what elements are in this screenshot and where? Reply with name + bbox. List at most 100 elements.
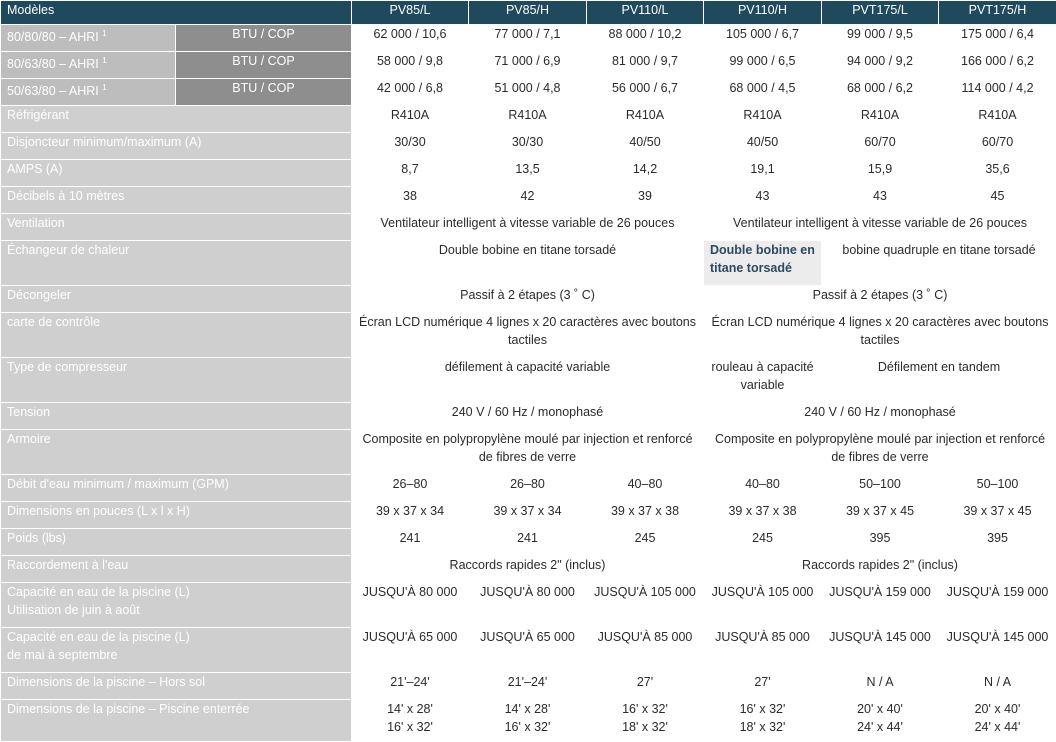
value-cell: Passif à 2 étapes (3 ˚ C) [704, 286, 1056, 313]
value-cell: Défilement en tandem [822, 358, 1056, 403]
value-cell: JUSQU'À 145 000 [939, 628, 1056, 673]
value-cell: Passif à 2 étapes (3 ˚ C) [352, 286, 704, 313]
value-cell: 39 [587, 187, 704, 214]
control-row: carte de contrôle Écran LCD numérique 4 … [1, 313, 1056, 358]
value-cell: 14' x 28'16' x 32' [352, 700, 469, 742]
value-cell: R410A [352, 106, 469, 133]
value-cell: JUSQU'À 159 000 [939, 583, 1056, 628]
value-cell: 58 000 / 9,8 [352, 52, 469, 79]
value-cell: 20' x 40'24' x 44' [939, 700, 1056, 742]
row-label: Débit d'eau minimum / maximum (GPM) [1, 475, 352, 502]
value-cell: 50–100 [822, 475, 939, 502]
value-cell: JUSQU'À 80 000 [469, 583, 587, 628]
value-cell: 19,1 [704, 160, 822, 187]
value-cell: 94 000 / 9,2 [822, 52, 939, 79]
row-label: Poids (lbs) [1, 529, 352, 556]
value-cell: 38 [352, 187, 469, 214]
value-cell: 240 V / 60 Hz / monophasé [352, 403, 704, 430]
value-cell: 21'–24' [469, 673, 587, 700]
value-cell: JUSQU'À 65 000 [469, 628, 587, 673]
breaker-row: Disjoncteur minimum/maximum (A) 30/30 30… [1, 133, 1056, 160]
model-header: PV110/L [587, 1, 704, 25]
value-cell: 39 x 37 x 38 [704, 502, 822, 529]
value-cell: 20' x 40'24' x 44' [822, 700, 939, 742]
model-header: PV85/H [469, 1, 587, 25]
value-cell: 60/70 [939, 133, 1056, 160]
header-row: Modèles PV85/L PV85/H PV110/L PV110/H PV… [1, 1, 1056, 25]
value-cell: 42 [469, 187, 587, 214]
value-cell: 30/30 [469, 133, 587, 160]
value-cell: 240 V / 60 Hz / monophasé [704, 403, 1056, 430]
model-header: PVT175/H [939, 1, 1056, 25]
row-label: Type de compresseur [1, 358, 352, 403]
value-cell: 45 [939, 187, 1056, 214]
highlight-cell: Double bobine en titane torsadé [704, 241, 822, 286]
row-label: Dimensions de la piscine – Hors sol [1, 673, 352, 700]
value-cell: JUSQU'À 105 000 [587, 583, 704, 628]
value-cell: 43 [704, 187, 822, 214]
value-cell: Raccords rapides 2" (inclus) [352, 556, 704, 583]
unit-label: BTU / COP [176, 79, 352, 106]
value-cell: 40–80 [587, 475, 704, 502]
connection-row: Raccordement à l'eau Raccords rapides 2"… [1, 556, 1056, 583]
value-cell: 71 000 / 6,9 [469, 52, 587, 79]
value-cell: JUSQU'À 85 000 [704, 628, 822, 673]
value-cell: 166 000 / 6,2 [939, 52, 1056, 79]
pool-above-row: Dimensions de la piscine – Hors sol 21'–… [1, 673, 1056, 700]
value-cell: R410A [822, 106, 939, 133]
value-cell: 14' x 28'16' x 32' [469, 700, 587, 742]
value-cell: 88 000 / 10,2 [587, 25, 704, 52]
model-header: PV110/H [704, 1, 822, 25]
value-cell: JUSQU'À 80 000 [352, 583, 469, 628]
value-cell: 39 x 37 x 34 [352, 502, 469, 529]
value-cell: 105 000 / 6,7 [704, 25, 822, 52]
value-cell: Composite en polypropylène moulé par inj… [352, 430, 704, 475]
row-label: Tension [1, 403, 352, 430]
btu-row: 80/63/80 – AHRI 1 BTU / COP 58 000 / 9,8… [1, 52, 1056, 79]
value-cell: R410A [939, 106, 1056, 133]
row-label: Dimensions de la piscine – Piscine enter… [1, 700, 352, 742]
row-label: Armoire [1, 430, 352, 475]
value-cell: 13,5 [469, 160, 587, 187]
decibels-row: Décibels à 10 mètres 38 42 39 43 43 45 [1, 187, 1056, 214]
value-cell: 39 x 37 x 45 [822, 502, 939, 529]
value-cell: 39 x 37 x 34 [469, 502, 587, 529]
weight-row: Poids (lbs) 241 241 245 245 395 395 [1, 529, 1056, 556]
value-cell: JUSQU'À 159 000 [822, 583, 939, 628]
value-cell: 245 [704, 529, 822, 556]
exchanger-row: Échangeur de chaleur Double bobine en ti… [1, 241, 1056, 286]
voltage-row: Tension 240 V / 60 Hz / monophasé 240 V … [1, 403, 1056, 430]
compressor-row: Type de compresseur défilement à capacit… [1, 358, 1056, 403]
value-cell: rouleau à capacité variable [704, 358, 822, 403]
capacity-june-row: Capacité en eau de la piscine (L)Utilisa… [1, 583, 1056, 628]
value-cell: 40/50 [587, 133, 704, 160]
value-cell: 245 [587, 529, 704, 556]
btu-row: 50/63/80 – AHRI 1 BTU / COP 42 000 / 6,8… [1, 79, 1056, 106]
value-cell: R410A [587, 106, 704, 133]
dimensions-row: Dimensions en pouces (L x l x H) 39 x 37… [1, 502, 1056, 529]
value-cell: 39 x 37 x 45 [939, 502, 1056, 529]
value-cell: N / A [939, 673, 1056, 700]
value-cell: 99 000 / 6,5 [704, 52, 822, 79]
value-cell: 241 [469, 529, 587, 556]
value-cell: 50–100 [939, 475, 1056, 502]
flow-row: Débit d'eau minimum / maximum (GPM) 26–8… [1, 475, 1056, 502]
row-label: Échangeur de chaleur [1, 241, 352, 286]
value-cell: JUSQU'À 145 000 [822, 628, 939, 673]
row-label: Disjoncteur minimum/maximum (A) [1, 133, 352, 160]
value-cell: 99 000 / 9,5 [822, 25, 939, 52]
ventilation-row: Ventilation Ventilateur intelligent à vi… [1, 214, 1056, 241]
value-cell: 395 [822, 529, 939, 556]
amps-row: AMPS (A) 8,7 13,5 14,2 19,1 15,9 35,6 [1, 160, 1056, 187]
value-cell: JUSQU'À 65 000 [352, 628, 469, 673]
row-label: Raccordement à l'eau [1, 556, 352, 583]
value-cell: 30/30 [352, 133, 469, 160]
value-cell: Raccords rapides 2" (inclus) [704, 556, 1056, 583]
value-cell: 56 000 / 6,7 [587, 79, 704, 106]
value-cell: N / A [822, 673, 939, 700]
value-cell: 60/70 [822, 133, 939, 160]
row-label: Décibels à 10 mètres [1, 187, 352, 214]
cabinet-row: Armoire Composite en polypropylène moulé… [1, 430, 1056, 475]
value-cell: 43 [822, 187, 939, 214]
value-cell: 77 000 / 7,1 [469, 25, 587, 52]
